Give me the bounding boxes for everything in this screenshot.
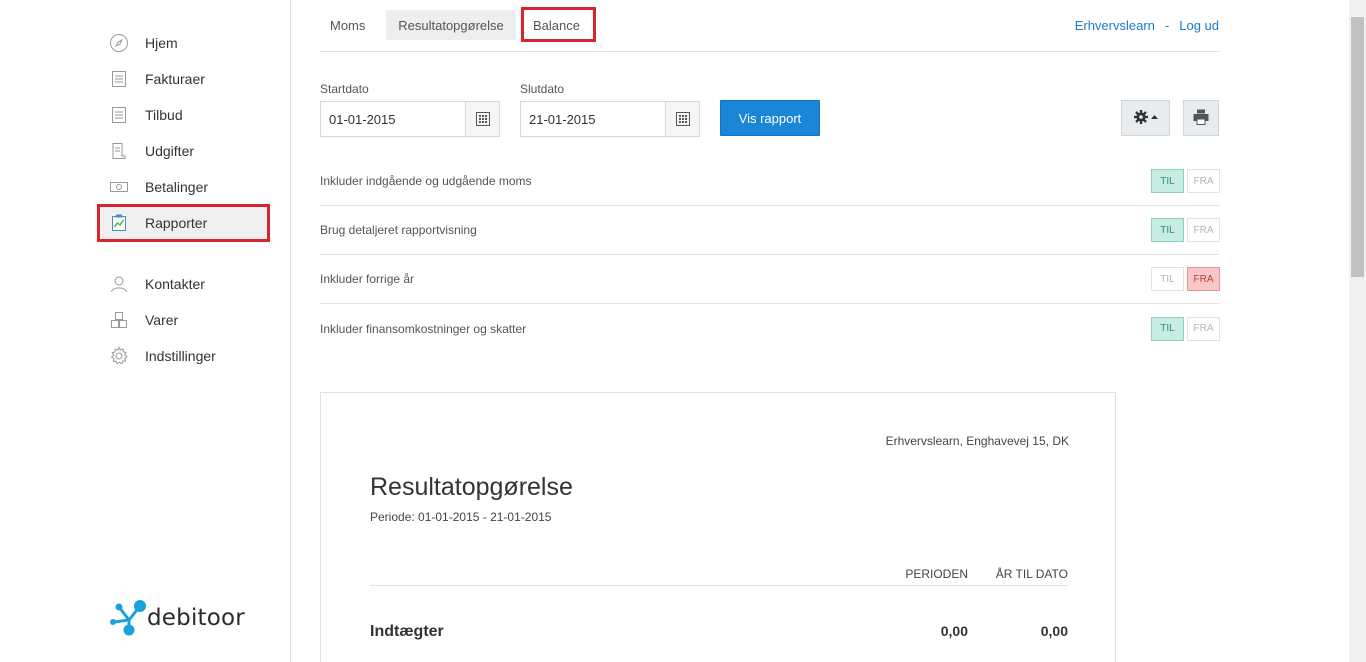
sidebar-item-varer[interactable]: Varer	[108, 308, 178, 332]
option-label: Inkluder forrige år	[320, 272, 415, 286]
page-scrollbar[interactable]	[1349, 0, 1366, 662]
report-tabs: Moms Resultatopgørelse Balance	[320, 7, 596, 42]
sidebar: Hjem Fakturaer Tilbud Udgifter Betalinge…	[0, 0, 291, 662]
option-label: Inkluder indgående og udgående moms	[320, 174, 532, 188]
print-button[interactable]	[1183, 100, 1219, 136]
logout-link[interactable]: Log ud	[1179, 18, 1219, 33]
option-label: Brug detaljeret rapportvisning	[320, 223, 477, 237]
sidebar-item-label: Kontakter	[145, 276, 205, 292]
report-row-ytd-value: 0,00	[1040, 623, 1068, 639]
end-date-label: Slutdato	[520, 82, 565, 96]
document-icon	[108, 104, 130, 126]
boxes-icon	[108, 309, 130, 331]
column-header-ytd: ÅR TIL DATO	[995, 567, 1068, 581]
top-links: Erhvervslearn - Log ud	[1075, 18, 1219, 33]
receipt-icon	[108, 140, 130, 162]
show-report-button[interactable]: Vis rapport	[720, 100, 820, 136]
report-column-headers: PERIODEN ÅR TIL DATO	[370, 566, 1068, 586]
debitoor-logo[interactable]: debitoor	[109, 598, 245, 638]
gear-icon	[108, 345, 130, 367]
calendar-icon[interactable]	[465, 102, 499, 136]
sidebar-item-label: Rapporter	[145, 215, 208, 231]
column-header-period: PERIODEN	[905, 567, 968, 581]
banknote-icon	[108, 176, 130, 198]
toggle-fra[interactable]: FRA	[1187, 316, 1220, 341]
option-toggle: TIL FRA	[1151, 169, 1220, 193]
end-date-field[interactable]: 21-01-2015	[520, 101, 700, 137]
start-date-input[interactable]: 01-01-2015	[321, 102, 465, 136]
sidebar-item-tilbud[interactable]: Tilbud	[108, 103, 183, 127]
scrollbar-thumb[interactable]	[1351, 17, 1364, 277]
tab-balance-highlight	[521, 7, 596, 42]
start-date-field[interactable]: 01-01-2015	[320, 101, 500, 137]
option-label: Inkluder finansomkostninger og skatter	[320, 321, 527, 336]
option-toggle: TIL FRA	[1151, 267, 1220, 291]
toggle-til[interactable]: TIL	[1151, 169, 1184, 193]
tab-moms[interactable]: Moms	[320, 10, 386, 40]
sidebar-item-label: Indstillinger	[145, 348, 216, 364]
option-row: Brug detaljeret rapportvisning TIL FRA	[320, 206, 1220, 255]
toggle-fra[interactable]: FRA	[1187, 267, 1220, 291]
report-title: Resultatopgørelse	[370, 473, 573, 501]
chart-clipboard-icon	[108, 212, 130, 234]
option-row: Inkluder finansomkostninger og skatter T…	[320, 304, 1220, 353]
report-row-period-value: 0,00	[940, 623, 968, 639]
company-link[interactable]: Erhvervslearn	[1075, 18, 1155, 33]
tabs-divider	[320, 51, 1220, 52]
toggle-til[interactable]: TIL	[1151, 267, 1184, 291]
option-toggle: TIL FRA	[1151, 316, 1220, 341]
settings-dropdown-button[interactable]	[1121, 100, 1170, 136]
option-row: Inkluder indgående og udgående moms TIL …	[320, 157, 1220, 206]
toggle-til[interactable]: TIL	[1151, 218, 1184, 242]
report-period: Periode: 01-01-2015 - 21-01-2015	[370, 510, 552, 524]
calendar-icon[interactable]	[665, 102, 699, 136]
report-preview: Erhvervslearn, Enghavevej 15, DK Resulta…	[320, 392, 1116, 662]
sidebar-item-label: Betalinger	[145, 179, 209, 195]
option-toggle: TIL FRA	[1151, 218, 1220, 242]
sidebar-item-label: Fakturaer	[145, 71, 205, 87]
option-row: Inkluder forrige år TIL FRA	[320, 255, 1220, 304]
end-date-input[interactable]: 21-01-2015	[521, 102, 665, 136]
toggle-til[interactable]: TIL	[1151, 316, 1184, 341]
sidebar-item-label: Hjem	[145, 35, 178, 51]
toggle-fra[interactable]: FRA	[1187, 169, 1220, 193]
document-icon	[108, 68, 130, 90]
sidebar-item-label: Udgifter	[145, 143, 195, 159]
start-date-label: Startdato	[320, 82, 369, 96]
link-separator: -	[1164, 18, 1170, 33]
sidebar-item-udgifter[interactable]: Udgifter	[108, 139, 194, 163]
tab-balance[interactable]: Balance	[521, 7, 596, 42]
sidebar-item-fakturaer[interactable]: Fakturaer	[108, 67, 205, 91]
toggle-fra[interactable]: FRA	[1187, 218, 1220, 242]
sidebar-item-hjem[interactable]: Hjem	[108, 31, 178, 55]
gear-icon	[1133, 109, 1159, 128]
sidebar-item-rapporter[interactable]: Rapporter	[108, 211, 207, 235]
logo-mark-icon	[109, 598, 147, 638]
printer-icon	[1192, 108, 1210, 129]
compass-icon	[108, 32, 130, 54]
sidebar-item-kontakter[interactable]: Kontakter	[108, 272, 205, 296]
tab-resultatopgorelse[interactable]: Resultatopgørelse	[386, 10, 516, 40]
person-icon	[108, 273, 130, 295]
report-company-address: Erhvervslearn, Enghavevej 15, DK	[885, 434, 1069, 448]
sidebar-item-label: Tilbud	[145, 107, 183, 123]
sidebar-item-indstillinger[interactable]: Indstillinger	[108, 344, 216, 368]
sidebar-item-label: Varer	[145, 312, 179, 328]
report-row-name: Indtægter	[370, 623, 444, 640]
logo-text: debitoor	[147, 605, 245, 631]
sidebar-item-betalinger[interactable]: Betalinger	[108, 175, 208, 199]
